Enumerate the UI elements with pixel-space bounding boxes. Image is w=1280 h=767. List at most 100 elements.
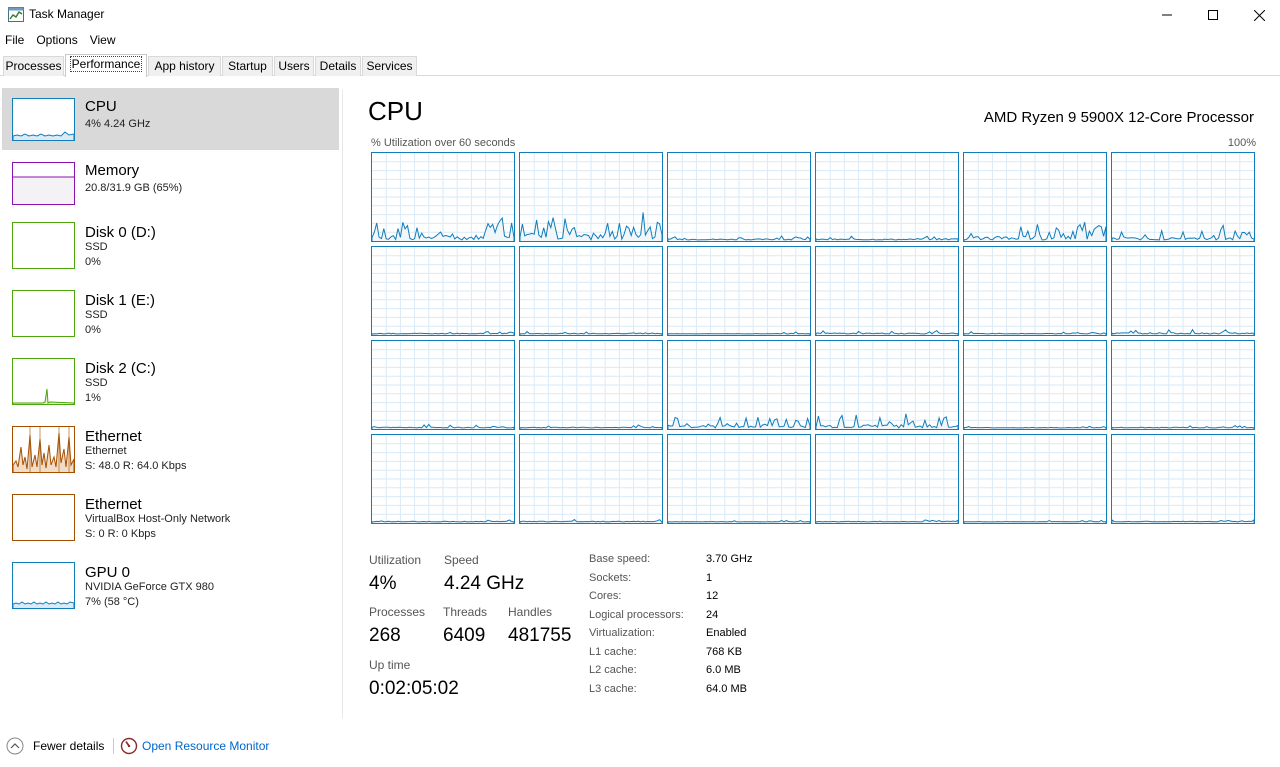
close-button[interactable] [1236,0,1280,30]
utilization-trace [816,341,958,429]
menu-view[interactable]: View [85,30,121,50]
logical-processor-graph [371,434,515,524]
utilization-trace [520,435,662,523]
spec-label-l3-cache: L3 cache: [589,683,637,695]
tab-label: Services [366,59,413,73]
utilization-trace [668,435,810,523]
sidebar-item-ethernet[interactable]: Ethernet Ethernet S: 48.0 R: 64.0 Kbps [2,418,339,480]
logical-processor-graph [667,434,811,524]
spec-value-base-speed: 3.70 GHz [706,553,753,565]
sidebar-title: Ethernet [85,496,142,513]
sidebar-subtitle: SSD [85,309,108,321]
logical-processor-graph [815,246,959,336]
tab-startup[interactable]: Startup [222,56,273,76]
spec-label-cores: Cores: [589,590,622,602]
sidebar-title: Disk 0 (D:) [85,224,156,241]
logical-processor-graph [963,152,1107,242]
utilization-trace [520,247,662,335]
sidebar-item-disk-1[interactable]: Disk 1 (E:) SSD 0% [2,282,339,344]
utilization-value: 4% [369,573,397,594]
spec-label-sockets: Sockets: [589,572,632,584]
spec-value-l1-cache: 768 KB [706,646,743,658]
speed-label: Speed [444,553,479,567]
threads-value: 6409 [443,625,486,646]
open-resource-monitor-link[interactable]: Open Resource Monitor [142,739,269,753]
utilization-trace [372,341,514,429]
cpu-model-name: AMD Ryzen 9 5900X 12-Core Processor [983,109,1254,126]
utilization-label: Utilization [369,553,422,567]
threads-label: Threads [443,605,488,619]
tab-strip: Processes Performance App history Startu… [0,54,1280,77]
uptime-value: 0:02:05:02 [369,678,459,699]
sidebar-detail: 1% [85,392,101,404]
menu-options[interactable]: Options [31,30,82,50]
sidebar-subtitle: 20.8/31.9 GB (65%) [85,182,183,194]
logical-processor-graph [519,434,663,524]
sidebar-item-gpu[interactable]: GPU 0 NVIDIA GeForce GTX 980 7% (58 °C) [2,554,339,616]
utilization-trace [964,153,1106,241]
ethernet-thumbnail-graph [12,426,75,473]
footer-divider [113,738,114,754]
logical-processor-graph [371,340,515,430]
tab-label: Details [319,59,357,73]
sidebar-item-ethernet-virtualbox[interactable]: Ethernet VirtualBox Host-Only Network S:… [2,486,339,548]
tab-app-history[interactable]: App history [148,56,221,76]
sidebar-item-memory[interactable]: Memory 20.8/31.9 GB (65%) [2,152,339,214]
logical-processor-graph [1111,152,1255,242]
logical-processor-graph [963,246,1107,336]
logical-processor-graph [519,152,663,242]
disk-thumbnail-graph [12,222,75,269]
tab-processes[interactable]: Processes [3,56,64,76]
processes-value: 268 [369,625,401,646]
resource-monitor-icon [120,737,138,755]
utilization-trace [668,341,810,429]
spec-value-virtualization: Enabled [706,627,747,639]
minimize-button[interactable] [1144,0,1190,30]
tab-label: Startup [228,59,267,73]
menu-file[interactable]: File [0,30,29,50]
sidebar-subtitle: 4% 4.24 GHz [85,118,151,130]
maximize-button[interactable] [1190,0,1236,30]
sidebar-subtitle: SSD [85,241,108,253]
graph-max-label: 100% [1227,137,1256,149]
tab-label: App history [154,59,215,73]
spec-label-logical-processors: Logical processors: [589,609,684,621]
speed-value: 4.24 GHz [444,573,525,594]
spec-label-l2-cache: L2 cache: [589,664,637,676]
maximize-icon [1208,10,1218,20]
sidebar-item-cpu[interactable]: CPU 4% 4.24 GHz [2,88,339,150]
sidebar-title: Disk 1 (E:) [85,292,156,309]
logical-processor-graph [519,340,663,430]
sidebar-detail: 0% [85,256,101,268]
processes-label: Processes [369,605,426,619]
utilization-trace [520,341,662,429]
sidebar-title: GPU 0 [85,564,131,581]
sidebar-item-disk-2[interactable]: Disk 2 (C:) SSD 1% [2,350,339,412]
memory-thumbnail-graph [12,162,75,205]
utilization-trace [520,153,662,241]
tab-services[interactable]: Services [362,56,417,76]
sidebar-detail: S: 48.0 R: 64.0 Kbps [85,460,187,472]
tab-details[interactable]: Details [315,56,361,76]
utilization-trace [816,435,958,523]
logical-processor-graph [1111,340,1255,430]
fewer-details-button[interactable]: Fewer details [33,739,104,753]
logical-processor-graph [667,340,811,430]
utilization-trace [372,153,514,241]
sidebar-item-disk-0[interactable]: Disk 0 (D:) SSD 0% [2,214,339,276]
tab-label: Performance [69,56,143,72]
logical-processor-graph [963,434,1107,524]
logical-processor-graph [519,246,663,336]
uptime-label: Up time [369,658,411,672]
tab-label: Processes [5,59,62,73]
chevron-up-circle-icon[interactable] [6,737,24,755]
logical-processor-graph [371,152,515,242]
tab-users[interactable]: Users [274,56,314,76]
sidebar-title: CPU [85,98,117,115]
spec-label-virtualization: Virtualization: [589,627,655,639]
disk-thumbnail-graph [12,290,75,337]
tab-performance[interactable]: Performance [65,54,147,77]
logical-processor-graph [815,340,959,430]
utilization-trace [964,341,1106,429]
logical-processor-graph [815,434,959,524]
